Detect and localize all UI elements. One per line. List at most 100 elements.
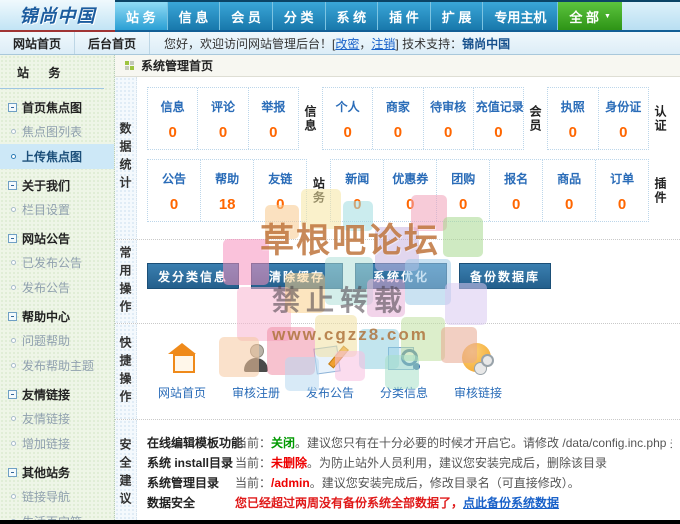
- quick-item[interactable]: 审核链接: [443, 342, 513, 401]
- page-header: 系统管理首页: [115, 55, 680, 77]
- stat-label[interactable]: 评论: [200, 98, 245, 115]
- stat-label[interactable]: 商家: [375, 98, 420, 115]
- stat-label[interactable]: 执照: [550, 98, 596, 115]
- nav-tab[interactable]: 系 统: [325, 2, 379, 30]
- quick-item[interactable]: 分类信息: [369, 342, 439, 401]
- chevron-down-icon: ▼: [604, 12, 611, 20]
- sidebar-group-header[interactable]: 关于我们: [0, 169, 114, 197]
- stat-value[interactable]: 0: [256, 196, 304, 213]
- op-button[interactable]: 清除缓存: [251, 263, 343, 289]
- status-value: /admin: [271, 476, 310, 490]
- quick-item[interactable]: 网站首页: [147, 342, 217, 401]
- quick-item[interactable]: 审核注册: [221, 342, 291, 401]
- tab-site-home[interactable]: 网站首页: [0, 32, 76, 54]
- sidebar-group-header[interactable]: 首页焦点图: [0, 91, 114, 119]
- op-button[interactable]: 系统优化: [355, 263, 447, 289]
- sidebar-group-header[interactable]: 帮助中心: [0, 300, 114, 328]
- stat-label[interactable]: 充值记录: [476, 98, 523, 115]
- stat-label[interactable]: 公告: [150, 170, 198, 187]
- stat-value[interactable]: 0: [545, 196, 593, 213]
- sidebar-item[interactable]: 增加链接: [0, 431, 114, 456]
- stat-label[interactable]: 商品: [545, 170, 593, 187]
- stat-value[interactable]: 0: [333, 196, 381, 213]
- stat-value[interactable]: 0: [375, 124, 420, 141]
- stat-label[interactable]: 订单: [598, 170, 646, 187]
- stat-label[interactable]: 团购: [439, 170, 487, 187]
- quick-item-label: 分类信息: [379, 386, 428, 400]
- stat-cell: 帮助 18: [201, 160, 255, 221]
- sidebar-item[interactable]: 发布公告: [0, 275, 114, 300]
- stat-value[interactable]: 0: [601, 124, 647, 141]
- change-password-link[interactable]: 改密: [335, 37, 359, 51]
- nav-tab-label: 扩 展: [441, 9, 472, 25]
- sidebar-group-header[interactable]: 其他站务: [0, 456, 114, 484]
- sidebar-group-label: 其他站务: [22, 466, 71, 480]
- stat-value[interactable]: 0: [150, 196, 198, 213]
- stat-cell: 充值记录 0: [474, 88, 523, 149]
- stat-cell: 优惠券 0: [384, 160, 438, 221]
- sidebar-item[interactable]: 发布帮助主题: [0, 353, 114, 378]
- stat-value[interactable]: 0: [325, 124, 370, 141]
- stats-group: 信息 0 评论 0 举报 0: [147, 87, 299, 150]
- stats-body: 信息 0 评论 0 举报 0 信息 个人 0 商家 0 待审核 0 充值记录 0 会员 执照 0 身份证 0 认证 公告 0…: [137, 77, 680, 239]
- stat-value[interactable]: 0: [251, 124, 296, 141]
- nav-tab[interactable]: 分 类: [272, 2, 326, 30]
- quick-item-label: 网站首页: [157, 386, 206, 400]
- stat-label[interactable]: 举报: [251, 98, 296, 115]
- nav-tab[interactable]: 插 件: [378, 2, 431, 30]
- sidebar-item[interactable]: 问题帮助: [0, 328, 114, 353]
- security-text: 当前：关闭。建议您只有在十分必要的时候才开启它。请修改 /data/config…: [235, 434, 672, 453]
- home-icon: [165, 342, 199, 376]
- stat-value[interactable]: 0: [550, 124, 596, 141]
- sidebar-group-label: 首页焦点图: [22, 101, 83, 115]
- backup-link[interactable]: 点此备份系统数据: [463, 496, 559, 510]
- stat-label[interactable]: 个人: [325, 98, 370, 115]
- stat-value[interactable]: 0: [386, 196, 434, 213]
- sidebar-item[interactable]: 焦点图列表: [0, 119, 114, 144]
- sidebar-item[interactable]: 生活百宝箱: [0, 509, 114, 520]
- stat-value[interactable]: 0: [476, 124, 521, 141]
- quick-item-label: 审核链接: [453, 386, 502, 400]
- stat-label[interactable]: 报名: [492, 170, 540, 187]
- nav-tab[interactable]: 会 员: [220, 2, 273, 30]
- stat-label[interactable]: 信息: [150, 98, 195, 115]
- quick-item[interactable]: 发布公告: [295, 342, 365, 401]
- op-button[interactable]: 发分类信息: [147, 263, 239, 289]
- sidebar-group-header[interactable]: 网站公告: [0, 222, 114, 250]
- stat-label[interactable]: 优惠券: [386, 170, 434, 187]
- stat-label[interactable]: 帮助: [203, 170, 251, 187]
- stat-value[interactable]: 0: [439, 196, 487, 213]
- stat-value[interactable]: 18: [203, 196, 251, 213]
- stat-label[interactable]: 身份证: [601, 98, 647, 115]
- nav-spacer: [621, 2, 680, 30]
- sidebar-item[interactable]: 友情链接: [0, 406, 114, 431]
- page-title: 系统管理首页: [141, 59, 214, 73]
- sidebar-item[interactable]: 栏目设置: [0, 197, 114, 222]
- nav-tab[interactable]: 专用主机: [483, 2, 559, 30]
- nav-tab[interactable]: 信 息: [167, 2, 221, 30]
- stat-value[interactable]: 0: [492, 196, 540, 213]
- stat-label[interactable]: 新闻: [333, 170, 381, 187]
- stat-value[interactable]: 0: [426, 124, 471, 141]
- stat-value[interactable]: 0: [200, 124, 245, 141]
- stat-value[interactable]: 0: [598, 196, 646, 213]
- stat-label[interactable]: 待审核: [426, 98, 471, 115]
- tab-admin-home[interactable]: 后台首页: [75, 32, 151, 54]
- nav-tab[interactable]: 扩 展: [430, 2, 484, 30]
- sidebar-item[interactable]: 上传焦点图: [0, 144, 114, 169]
- sidebar-item[interactable]: 已发布公告: [0, 250, 114, 275]
- section-security: 安全建议 在线编辑模板功能 当前：关闭。建议您只有在十分必要的时候才开启它。请修改…: [115, 420, 680, 520]
- nav-tab-label: 全 部: [569, 9, 600, 25]
- logout-link[interactable]: 注销: [371, 37, 395, 51]
- stat-value[interactable]: 0: [150, 124, 195, 141]
- pen-icon: [313, 342, 347, 376]
- stat-cell: 商家 0: [373, 88, 424, 149]
- sidebar-item[interactable]: 链接导航: [0, 484, 114, 509]
- nav-tab[interactable]: 站 务: [115, 2, 168, 30]
- sidebar-group-header[interactable]: 友情链接: [0, 378, 114, 406]
- bullet-icon: [11, 494, 16, 499]
- nav-tab[interactable]: 全 部 ▼: [558, 2, 622, 30]
- greeting-prefix: 您好，欢迎访问网站管理后台！[: [164, 36, 336, 51]
- stat-label[interactable]: 友链: [256, 170, 304, 187]
- op-button[interactable]: 备份数据库: [459, 263, 551, 289]
